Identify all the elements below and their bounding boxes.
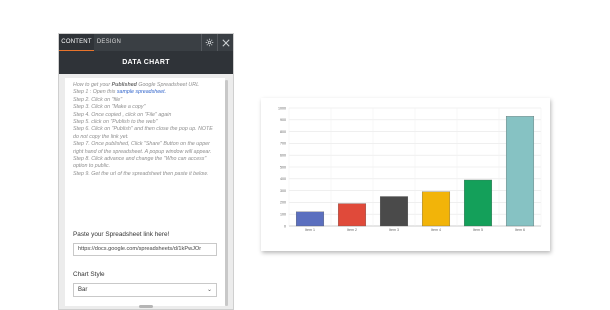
- tab-design[interactable]: DESIGN: [94, 34, 124, 51]
- bar: [295, 211, 325, 227]
- instructions-step-1: Step 1 : Open this sample spreadsheet.: [73, 89, 216, 96]
- x-tick-label: Item 3: [389, 228, 399, 232]
- bar: [337, 203, 367, 227]
- y-tick-label: 200: [280, 201, 286, 205]
- y-tick-label: 900: [280, 118, 286, 122]
- intro-bold: Published: [111, 82, 137, 88]
- instructions-step: Step 4. Once copied , click on "File" ag…: [73, 111, 172, 118]
- instructions-step: Step 3. Click on "Make a copy": [73, 104, 146, 111]
- x-tick-label: Item 1: [305, 228, 315, 232]
- panel-title: DATA CHART: [59, 51, 233, 74]
- instructions-step: Step 5. click on "Publish to the web": [73, 119, 158, 126]
- instructions-step: Step 6. Click on "Publish" and then clos…: [73, 126, 213, 140]
- bar: [463, 179, 493, 227]
- resize-handle[interactable]: [139, 305, 153, 308]
- bar: [421, 191, 451, 227]
- y-tick-label: 100: [280, 213, 286, 217]
- chart-style-select[interactable]: Bar ⌄: [73, 283, 217, 297]
- instructions-step: Step 8. Click advance and change the "Wh…: [73, 156, 207, 170]
- x-tick-label: Item 2: [347, 228, 357, 232]
- editor-panel: CONTENT DESIGN DATA CHART How to get you…: [58, 33, 234, 310]
- x-tick-label: Item 4: [431, 228, 441, 232]
- instructions-step: Step 9. Get the url of the spreadsheet t…: [73, 170, 209, 177]
- spreadsheet-link-label: Paste your Spreadsheet link here!: [73, 231, 170, 238]
- instructions-step: Step 2. Click on "file": [73, 96, 123, 103]
- panel-scrollbar[interactable]: [225, 80, 228, 306]
- sample-spreadsheet-link[interactable]: sample spreadsheet.: [117, 89, 166, 95]
- y-tick-label: 600: [280, 154, 286, 158]
- tab-content[interactable]: CONTENT: [59, 34, 94, 51]
- spreadsheet-link-input[interactable]: https://docs.google.com/spreadsheets/d/1…: [73, 243, 217, 256]
- chart-style-label: Chart Style: [73, 271, 105, 278]
- chart-style-value: Bar: [78, 287, 88, 293]
- intro-prefix: How to get your: [73, 82, 112, 88]
- gear-icon[interactable]: [201, 34, 217, 51]
- y-tick-label: 400: [280, 177, 286, 181]
- step1-prefix: Step 1 : Open this: [73, 89, 117, 96]
- scrollbar-thumb[interactable]: [225, 80, 228, 306]
- instructions-step: Step 7. Once published, Click "Share" Bu…: [73, 141, 212, 155]
- chart-card: 0 100 200 300 400 500 600 700 800 900 1000 Item 1 It…: [261, 98, 550, 251]
- instructions-intro: How to get your Published Google Spreads…: [73, 82, 216, 89]
- tab-bar: CONTENT DESIGN: [59, 34, 233, 51]
- panel-body: How to get your Published Google Spreads…: [65, 78, 225, 306]
- x-tick-label: Item 6: [515, 228, 525, 232]
- x-tick-label: Item 5: [473, 228, 483, 232]
- y-tick-label: 0: [284, 224, 286, 228]
- chevron-down-icon: ⌄: [206, 287, 212, 293]
- y-tick-label: 300: [280, 189, 286, 193]
- y-tick-label: 700: [280, 142, 286, 146]
- y-tick-label: 500: [280, 165, 286, 169]
- y-tick-label: 800: [280, 130, 286, 134]
- bar-chart: 0 100 200 300 400 500 600 700 800 900 1000 Item 1 It…: [278, 106, 542, 232]
- y-tick-label: 1000: [278, 106, 286, 110]
- instructions-text: How to get your Published Google Spreads…: [73, 82, 216, 178]
- bar: [379, 196, 409, 227]
- intro-suffix: Google Spreadsheet URL: [136, 82, 200, 88]
- bar: [505, 116, 535, 227]
- close-icon[interactable]: [217, 34, 233, 51]
